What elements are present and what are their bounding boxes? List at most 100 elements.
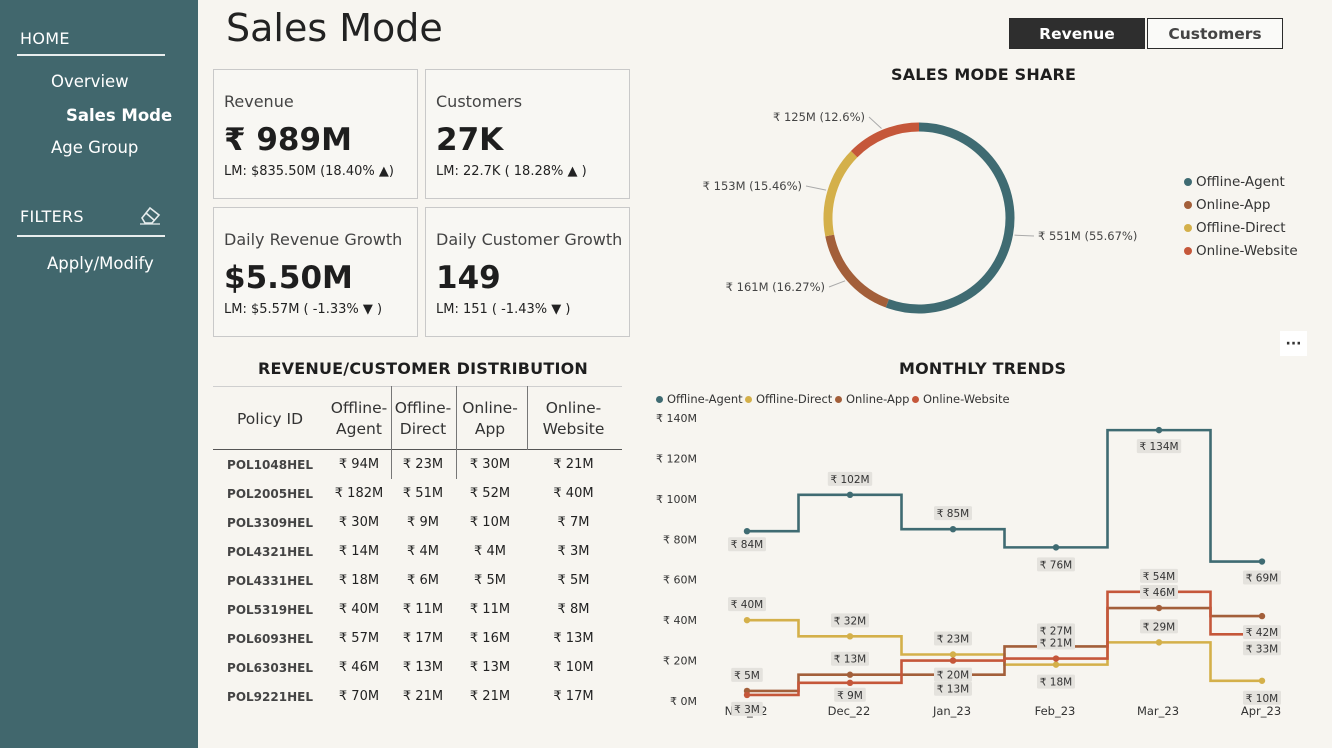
data-point: [846, 633, 854, 640]
trend-legend-online-website[interactable]: Online-Website: [912, 392, 1010, 406]
value-cell: ₹ 5M: [557, 573, 590, 588]
sidebar-item-overview[interactable]: Overview: [51, 72, 129, 91]
data-label: ₹ 125M (12.6%): [773, 110, 865, 124]
data-label: ₹ 18M: [1040, 677, 1072, 689]
sidebar-item-age-group[interactable]: Age Group: [51, 138, 138, 157]
value-cell: ₹ 21M: [402, 689, 444, 704]
x-tick-label: Mar_23: [1137, 704, 1179, 718]
column-header-online-app[interactable]: Online- App: [455, 387, 525, 451]
y-tick-label: ₹ 20M: [663, 655, 697, 668]
data-point: [1258, 558, 1266, 565]
leader-line: [868, 116, 882, 129]
x-tick-label: Feb_23: [1035, 704, 1076, 718]
table-row[interactable]: POL1048HEL ₹ 94M ₹ 23M ₹ 30M ₹ 21M: [213, 450, 622, 479]
customers-toggle-button[interactable]: Customers: [1147, 18, 1283, 49]
kpi-label: Daily Revenue Growth: [224, 230, 403, 249]
header-text: Online- App: [462, 399, 518, 438]
data-label: ₹ 40M: [731, 599, 763, 611]
legend-label: Offline-Agent: [667, 392, 743, 406]
value-cell: ₹ 30M: [338, 515, 380, 530]
data-label: ₹ 42M: [1246, 627, 1278, 639]
y-tick-label: ₹ 0M: [670, 695, 697, 708]
value-cell: ₹ 10M: [553, 660, 594, 675]
column-header-policy-id[interactable]: Policy ID: [213, 387, 327, 451]
kpi-value: 27K: [436, 122, 504, 158]
sidebar-home-heading[interactable]: HOME: [20, 29, 70, 48]
eraser-icon[interactable]: [138, 204, 162, 226]
value-cell: ₹ 13M: [402, 660, 444, 675]
data-label: ₹ 46M: [1143, 587, 1175, 599]
legend-dot: [1184, 178, 1192, 186]
data-label: ₹ 153M (15.46%): [703, 179, 802, 193]
legend-dot: [745, 395, 752, 403]
table-row[interactable]: POL4331HEL ₹ 18M ₹ 6M ₹ 5M ₹ 5M: [213, 566, 622, 595]
column-header-offline-direct[interactable]: Offline- Direct: [391, 387, 455, 451]
data-label: ₹ 76M: [1040, 559, 1072, 571]
value-cell: ₹ 5M: [474, 573, 506, 588]
more-options-icon[interactable]: ···: [1280, 331, 1307, 356]
legend-dot: [1184, 247, 1192, 255]
legend-item-offline-direct[interactable]: Offline-Direct: [1184, 220, 1286, 236]
policy-id-cell: POL9221HEL: [227, 689, 313, 704]
kpi-label: Revenue: [224, 92, 294, 111]
data-point: [949, 525, 957, 533]
value-cell: ₹ 9M: [407, 515, 439, 530]
trend-legend-online-app[interactable]: Online-App: [835, 392, 909, 406]
value-cell: ₹ 18M: [338, 573, 380, 588]
data-label: ₹ 32M: [834, 615, 866, 627]
legend-label: Online-Website: [1196, 243, 1298, 259]
trend-legend-offline-direct[interactable]: Offline-Direct: [745, 392, 832, 406]
y-tick-label: ₹ 100M: [656, 493, 697, 506]
leader-line: [828, 280, 846, 288]
value-cell: ₹ 10M: [469, 515, 511, 530]
series-line: [747, 428, 1262, 563]
policy-id-cell: POL6303HEL: [227, 660, 313, 675]
column-header-online-website[interactable]: Online- Website: [525, 387, 622, 451]
apply-modify-button[interactable]: Apply/Modify: [47, 254, 154, 273]
data-point: [743, 691, 751, 699]
table-row[interactable]: POL6093HEL ₹ 57M ₹ 17M ₹ 16M ₹ 13M: [213, 624, 622, 653]
data-point: [846, 671, 854, 678]
column-header-offline-agent[interactable]: Offline- Agent: [327, 387, 391, 451]
kpi-card-revenue: Revenue ₹ 989M LM: $835.50M (18.40% ▲): [213, 69, 418, 199]
data-point: [743, 616, 751, 624]
data-label: ₹ 84M: [731, 539, 763, 551]
donut-slice: [825, 234, 889, 308]
legend-label: Offline-Agent: [1196, 174, 1285, 190]
data-point: [1155, 604, 1163, 612]
line-chart-title: MONTHLY TRENDS: [899, 359, 1067, 378]
table-row[interactable]: POL6303HEL ₹ 46M ₹ 13M ₹ 13M ₹ 10M: [213, 653, 622, 682]
value-cell: ₹ 4M: [407, 544, 439, 559]
value-cell: ₹ 17M: [402, 631, 444, 646]
policy-id-cell: POL4331HEL: [227, 573, 313, 588]
y-tick-label: ₹ 60M: [663, 574, 697, 587]
donut-slice: [823, 151, 858, 237]
trend-legend-offline-agent[interactable]: Offline-Agent: [656, 392, 743, 406]
data-label: ₹ 102M: [830, 474, 869, 486]
donut-chart-title: SALES MODE SHARE: [891, 65, 1077, 84]
table-row[interactable]: POL9221HEL ₹ 70M ₹ 21M ₹ 21M ₹ 17M: [213, 682, 622, 711]
data-point: [949, 657, 957, 664]
sidebar-divider: [17, 235, 165, 237]
legend-item-online-app[interactable]: Online-App: [1184, 197, 1271, 213]
value-cell: ₹ 14M: [338, 544, 380, 559]
donut-slice: [885, 122, 1015, 314]
table-row[interactable]: POL3309HEL ₹ 30M ₹ 9M ₹ 10M ₹ 7M: [213, 508, 622, 537]
sidebar-item-sales-mode[interactable]: Sales Mode: [66, 106, 172, 125]
table-row[interactable]: POL2005HEL ₹ 182M ₹ 51M ₹ 52M ₹ 40M: [213, 479, 622, 508]
kpi-label: Daily Customer Growth: [436, 230, 623, 249]
legend-item-offline-agent[interactable]: Offline-Agent: [1184, 174, 1285, 190]
value-cell: ₹ 17M: [553, 689, 594, 704]
table-row[interactable]: POL4321HEL ₹ 14M ₹ 4M ₹ 4M ₹ 3M: [213, 537, 622, 566]
table-row[interactable]: POL5319HEL ₹ 40M ₹ 11M ₹ 11M ₹ 8M: [213, 595, 622, 624]
legend-item-online-website[interactable]: Online-Website: [1184, 243, 1298, 259]
kpi-value: $5.50M: [224, 260, 353, 296]
value-cell: ₹ 8M: [557, 602, 590, 617]
data-label: ₹ 29M: [1143, 621, 1175, 633]
y-tick-label: ₹ 140M: [656, 412, 697, 425]
page-title: Sales Mode: [226, 6, 443, 50]
data-label: ₹ 21M: [1040, 638, 1072, 650]
revenue-toggle-button[interactable]: Revenue: [1009, 18, 1145, 49]
policy-id-cell: POL3309HEL: [227, 515, 313, 530]
legend-dot: [1184, 224, 1192, 232]
